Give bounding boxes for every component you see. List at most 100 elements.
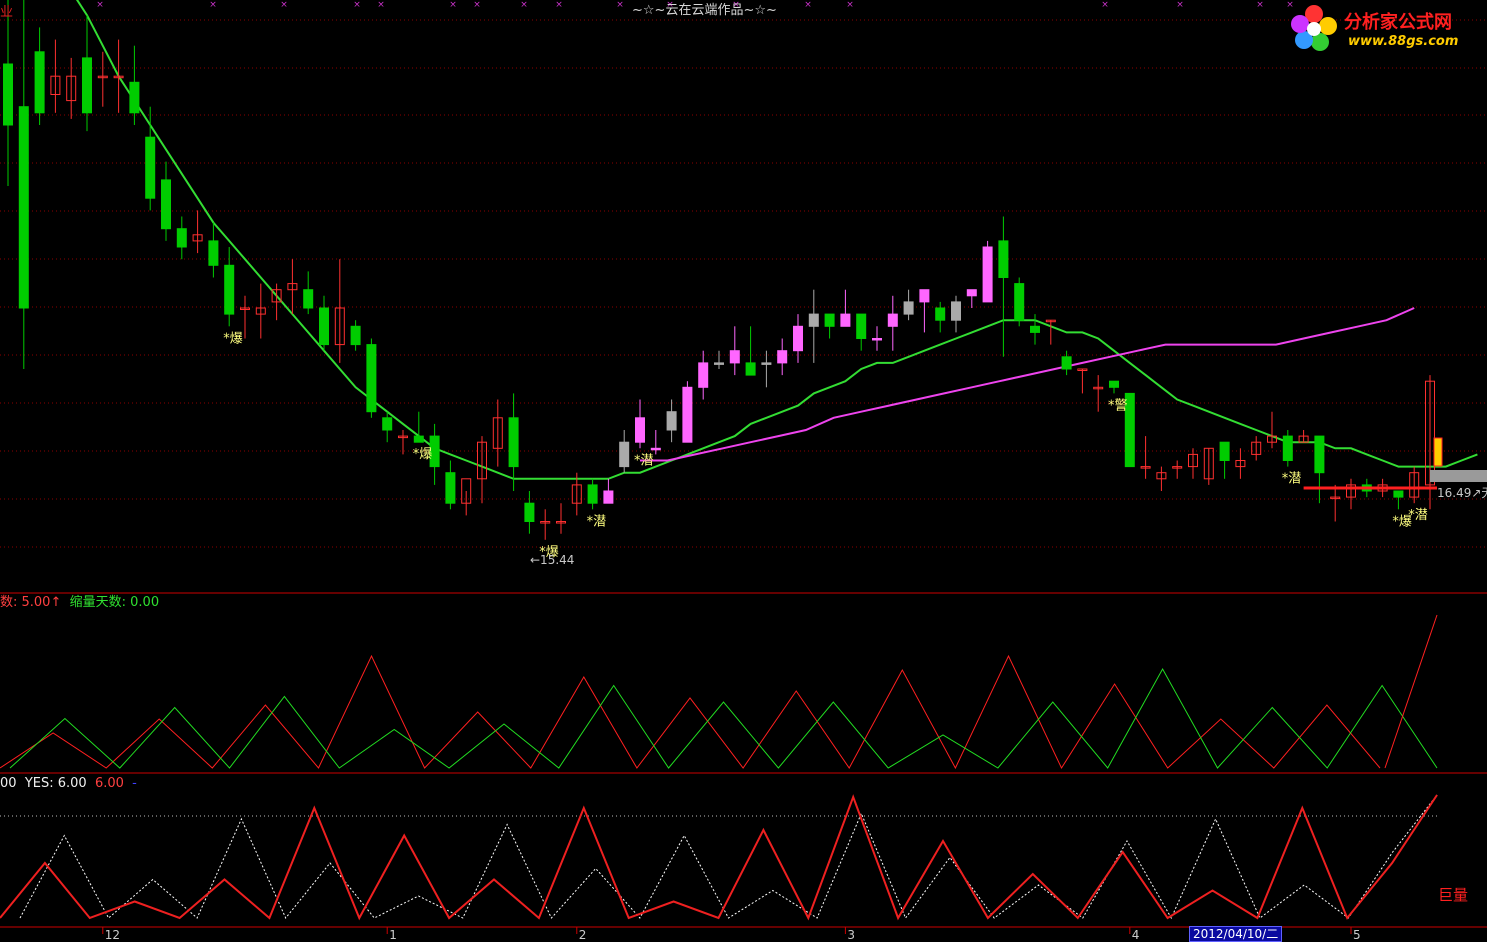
candle-body xyxy=(34,51,45,114)
candle-body xyxy=(508,417,519,468)
x-tick-label: 2 xyxy=(579,928,587,942)
indicator2-legend-d: - xyxy=(132,776,137,791)
candle-body xyxy=(445,472,456,504)
candle-body xyxy=(303,289,314,309)
low-price-label: ←15.44 xyxy=(530,553,575,567)
candle-body xyxy=(666,411,677,431)
indicator2-red-line xyxy=(0,794,1438,921)
top-marker-glyph: × xyxy=(846,0,854,10)
candle-body xyxy=(1014,283,1025,321)
candle-body xyxy=(698,362,709,388)
right-price-label: 16.49↗无线 xyxy=(1437,486,1487,501)
top-marker-glyph: × xyxy=(616,0,624,10)
candle-body xyxy=(729,350,740,364)
candle-body xyxy=(793,325,803,352)
candle-body xyxy=(208,240,219,266)
candle-body xyxy=(824,313,835,327)
signal-label: *爆 xyxy=(413,447,433,462)
candle-body xyxy=(587,484,598,504)
candle-body xyxy=(319,307,329,346)
candle-body xyxy=(982,246,993,303)
right-price-value: 16.49 xyxy=(1437,486,1472,500)
stock-name-tag: 业 xyxy=(0,5,14,20)
top-marker-glyph: × xyxy=(209,0,217,10)
indicator2-legend: 00 YES: 6.00 6.00 - xyxy=(0,776,137,791)
site-logo[interactable]: 分析家公式网 www.88gs.com xyxy=(1286,0,1486,56)
top-marker-glyph: × xyxy=(353,0,361,10)
indicator1-legend-b: 缩量天数: 0.00 xyxy=(69,595,160,610)
top-marker-glyph: × xyxy=(280,0,288,10)
ma-fast-line xyxy=(640,307,1415,462)
signal-label: *潜 xyxy=(1282,472,1302,487)
candle-body xyxy=(887,313,898,327)
candle-body xyxy=(919,289,930,303)
candle-body xyxy=(82,57,92,114)
x-tick-label: 1 xyxy=(389,928,397,942)
price-panel: *爆*爆*爆*潜*潜*警*潜*爆*潜 xyxy=(3,0,1487,560)
logo-url: www.88gs.com xyxy=(1348,34,1459,49)
candle-body xyxy=(350,325,361,346)
top-marker-glyph: × xyxy=(520,0,528,10)
candle-body xyxy=(808,313,819,327)
top-marker-glyph: × xyxy=(804,0,812,10)
indicator1-legend: 数: 5.00↑ 缩量天数: 0.00 xyxy=(0,595,159,610)
indicator-panel-2 xyxy=(0,794,1438,921)
price-flag-block xyxy=(1430,470,1487,482)
signal-label: *潜 xyxy=(634,453,654,468)
x-axis: 12 1 2 3 4 5 xyxy=(102,927,1361,942)
cursor-date-box: 2012/04/10/二 xyxy=(1189,926,1283,942)
candle-body xyxy=(840,313,851,327)
indicator-panel-1 xyxy=(0,614,1438,770)
chart-title: ~☆~云在云端作品~☆~ xyxy=(632,3,777,18)
candle-body xyxy=(761,362,772,365)
signal-label: *潜 xyxy=(1408,508,1428,523)
candle-body xyxy=(129,81,140,114)
signal-label: *潜 xyxy=(587,514,607,529)
top-marker-glyph: × xyxy=(1101,0,1109,10)
indicator2-legend-c: 6.00 xyxy=(94,776,124,791)
candlestick-chart[interactable]: × × × × × × × × × × × × × × × × × × *爆*爆*爆*潜*潜*警*潜*爆*潜 12… xyxy=(0,0,1487,942)
top-marker-glyph: × xyxy=(555,0,563,10)
candle-body xyxy=(524,502,535,523)
candle-body xyxy=(161,179,171,230)
candle-body xyxy=(650,447,661,451)
top-marker-glyph: × xyxy=(449,0,457,10)
candle-body xyxy=(366,344,377,413)
candle-body xyxy=(413,435,424,443)
candle-body xyxy=(1219,441,1230,462)
flower-logo-icon xyxy=(1291,5,1337,51)
top-marker-glyph: × xyxy=(473,0,481,10)
top-marker-glyph: × xyxy=(96,0,104,10)
volume-marker-label: 巨量 xyxy=(1438,886,1469,904)
candle-body xyxy=(619,441,630,468)
candle-body xyxy=(1393,490,1404,498)
candle-body xyxy=(1282,435,1293,462)
signal-label: *爆 xyxy=(223,331,243,346)
grid-layer: × × × × × × × × × × × × × × × × × × xyxy=(0,0,1487,928)
alert-bar xyxy=(1433,437,1443,467)
candle-body xyxy=(1109,380,1119,388)
indicator1-green-line xyxy=(9,667,1438,769)
candle-body xyxy=(998,240,1009,278)
candle-body xyxy=(635,417,645,443)
indicator2-legend-b: YES: 6.00 xyxy=(24,776,87,791)
indicator2-legend-a: 00 xyxy=(0,776,17,791)
candle-body xyxy=(382,417,393,431)
top-marker-glyph: × xyxy=(377,0,385,10)
x-tick-label: 5 xyxy=(1353,928,1361,942)
indicator1-red-line xyxy=(0,654,1381,770)
candle-body xyxy=(1061,356,1072,370)
candle-body xyxy=(856,313,867,340)
indicator1-rising-line xyxy=(1384,614,1438,769)
logo-text: 分析家公式网 xyxy=(1344,12,1452,33)
candle-body xyxy=(745,362,756,376)
candle-body xyxy=(777,350,788,364)
ma-slow-line xyxy=(75,0,1478,480)
candle-body xyxy=(903,301,914,315)
indicator1-legend-a: 数: 5.00 xyxy=(0,595,51,610)
candle-body xyxy=(224,264,235,315)
candle-body xyxy=(935,307,946,321)
x-tick-label: 12 xyxy=(105,928,120,942)
candle-body xyxy=(18,106,29,309)
top-marker-glyph: × xyxy=(1256,0,1264,10)
